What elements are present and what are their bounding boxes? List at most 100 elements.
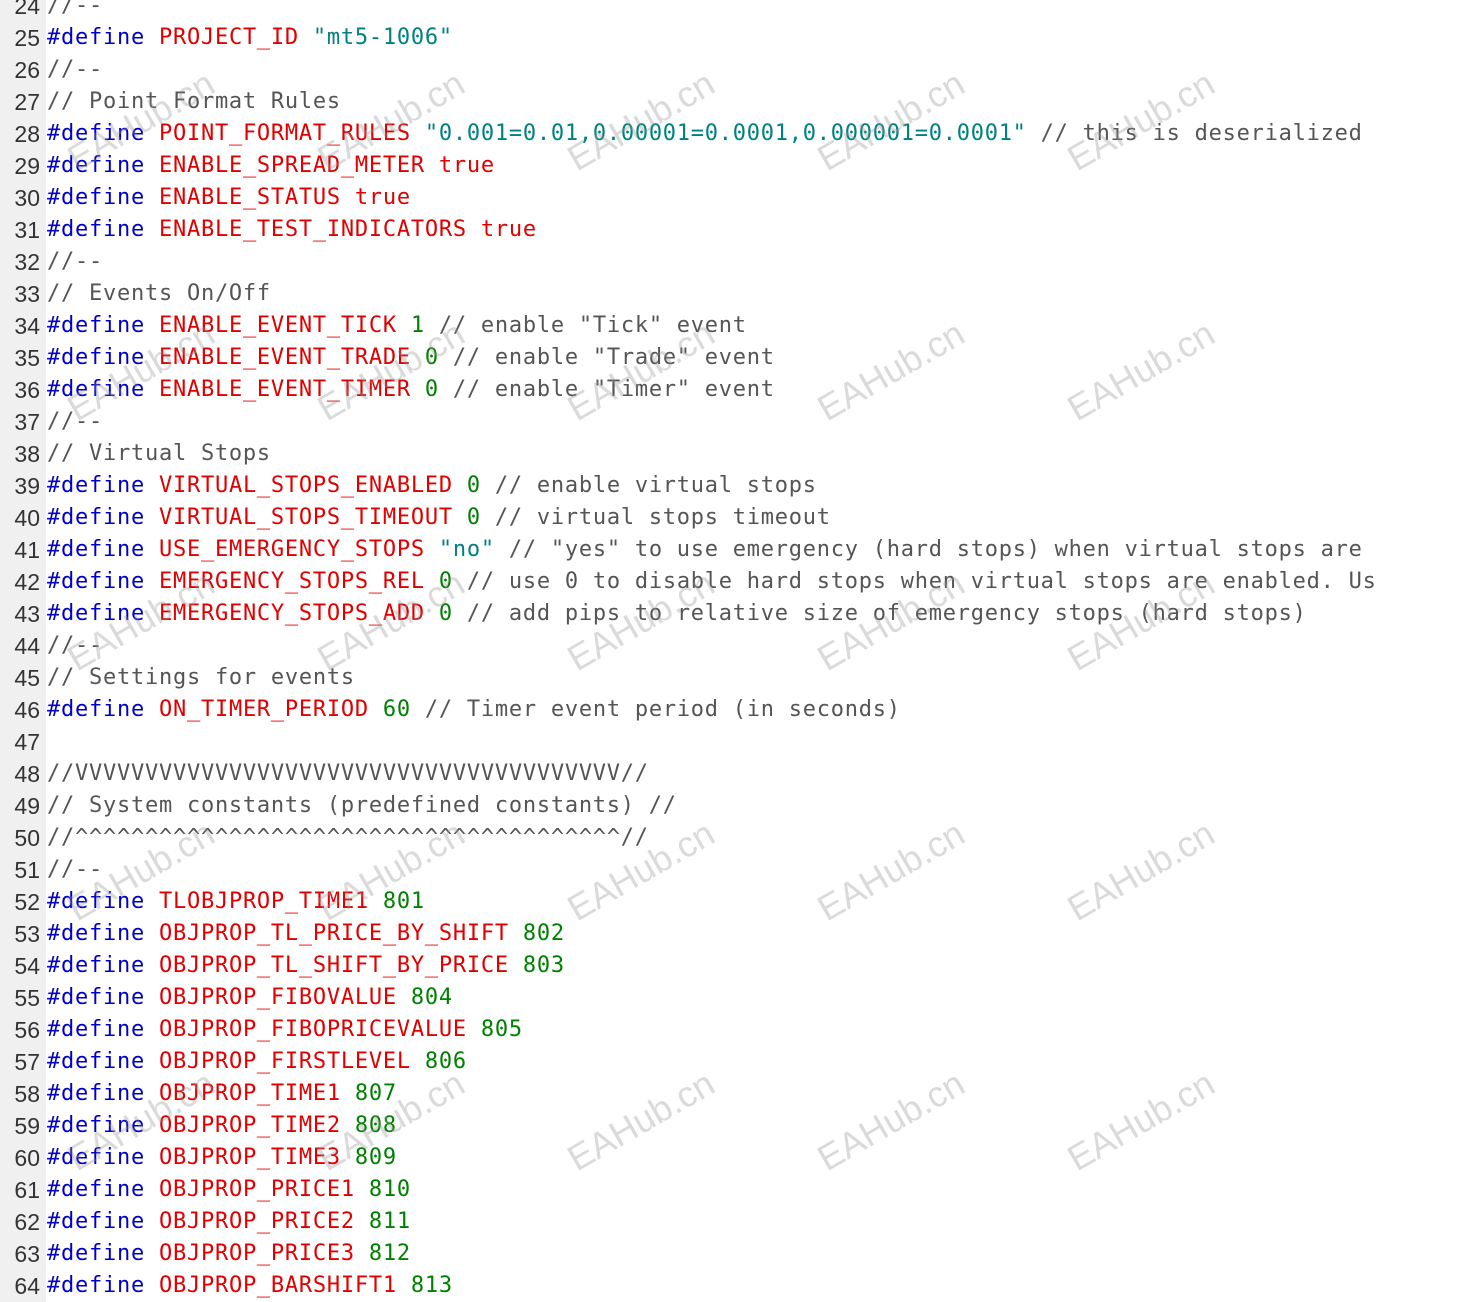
- macro-name: ENABLE_TEST_INDICATORS: [158, 217, 467, 242]
- preprocessor-keyword: #define: [47, 569, 159, 594]
- code-line[interactable]: 49// System constants (predefined consta…: [0, 790, 1474, 822]
- line-number: 33: [0, 278, 46, 310]
- code-line[interactable]: 30 #define ENABLE_STATUS true: [0, 182, 1474, 214]
- code-line[interactable]: 48//VVVVVVVVVVVVVVVVVVVVVVVVVVVVVVVVVVVV…: [0, 758, 1474, 790]
- comment-text: //--: [47, 57, 103, 82]
- comment-text: // enable "Trade" event: [438, 345, 775, 370]
- code-content: #define OBJPROP_PRICE2 811: [47, 1206, 1474, 1238]
- code-line[interactable]: 63 #define OBJPROP_PRICE3 812: [0, 1238, 1474, 1270]
- line-number: 38: [0, 438, 46, 470]
- code-line[interactable]: 28 #define POINT_FORMAT_RULES "0.001=0.01…: [0, 118, 1474, 150]
- line-number: 43: [0, 598, 46, 630]
- comment-text: // Virtual Stops: [47, 441, 271, 466]
- macro-name: VIRTUAL_STOPS_ENABLED: [158, 473, 453, 498]
- code-line[interactable]: 56 #define OBJPROP_FIBOPRICEVALUE 805: [0, 1014, 1474, 1046]
- macro-name: EMERGENCY_STOPS_REL: [158, 569, 425, 594]
- line-number: 52: [0, 886, 46, 918]
- code-content: #define OBJPROP_TL_PRICE_BY_SHIFT 802: [47, 918, 1474, 950]
- macro-name: POINT_FORMAT_RULES: [158, 121, 411, 146]
- comment-text: // "yes" to use emergency (hard stops) w…: [494, 537, 1363, 562]
- code-content: //--: [47, 54, 1474, 86]
- macro-name: OBJPROP_TIME1: [158, 1081, 341, 1106]
- preprocessor-keyword: #define: [47, 217, 159, 242]
- code-line[interactable]: 42 #define EMERGENCY_STOPS_REL 0 // use 0…: [0, 566, 1474, 598]
- code-line[interactable]: 50//^^^^^^^^^^^^^^^^^^^^^^^^^^^^^^^^^^^^…: [0, 822, 1474, 854]
- number-literal: 801: [382, 889, 425, 914]
- code-line[interactable]: 61 #define OBJPROP_PRICE1 810: [0, 1174, 1474, 1206]
- code-line[interactable]: 55 #define OBJPROP_FIBOVALUE 804: [0, 982, 1474, 1014]
- comment-text: //--: [47, 409, 103, 434]
- macro-name: ENABLE_SPREAD_METER: [158, 153, 425, 178]
- code-content: #define OBJPROP_TIME2 808: [47, 1110, 1474, 1142]
- code-line[interactable]: 45// Settings for events: [0, 662, 1474, 694]
- macro-name: ENABLE_STATUS: [158, 185, 341, 210]
- macro-name: ENABLE_EVENT_TICK: [158, 313, 397, 338]
- code-line[interactable]: 60 #define OBJPROP_TIME3 809: [0, 1142, 1474, 1174]
- line-number: 39: [0, 470, 46, 502]
- code-line[interactable]: 52 #define TLOBJPROP_TIME1 801: [0, 886, 1474, 918]
- code-editor[interactable]: 24//-- 25 #define PROJECT_ID "mt5-1006" 26/…: [0, 0, 1474, 1302]
- code-content: #define ENABLE_EVENT_TRADE 0 // enable "…: [47, 342, 1474, 374]
- code-line[interactable]: 36 #define ENABLE_EVENT_TIMER 0 // enable…: [0, 374, 1474, 406]
- preprocessor-keyword: #define: [47, 601, 159, 626]
- preprocessor-keyword: #define: [47, 1209, 159, 1234]
- code-line[interactable]: 40 #define VIRTUAL_STOPS_TIMEOUT 0 // vir…: [0, 502, 1474, 534]
- bool-literal: true: [438, 153, 495, 178]
- code-content: #define OBJPROP_FIRSTLEVEL 806: [47, 1046, 1474, 1078]
- code-content: //VVVVVVVVVVVVVVVVVVVVVVVVVVVVVVVVVVVVVV…: [47, 758, 1474, 790]
- code-line[interactable]: 58 #define OBJPROP_TIME1 807: [0, 1078, 1474, 1110]
- code-line[interactable]: 27// Point Format Rules: [0, 86, 1474, 118]
- code-line[interactable]: 43 #define EMERGENCY_STOPS_ADD 0 // add p…: [0, 598, 1474, 630]
- code-line[interactable]: 24//--: [0, 0, 1474, 22]
- code-content: #define ENABLE_EVENT_TIMER 0 // enable "…: [47, 374, 1474, 406]
- code-line[interactable]: 51//--: [0, 854, 1474, 886]
- line-number: 37: [0, 406, 46, 438]
- code-line[interactable]: 54 #define OBJPROP_TL_SHIFT_BY_PRICE 803: [0, 950, 1474, 982]
- code-line[interactable]: 33// Events On/Off: [0, 278, 1474, 310]
- number-literal: 802: [522, 921, 565, 946]
- code-line[interactable]: 38// Virtual Stops: [0, 438, 1474, 470]
- code-content: #define OBJPROP_TIME1 807: [47, 1078, 1474, 1110]
- macro-name: OBJPROP_FIRSTLEVEL: [158, 1049, 411, 1074]
- code-line[interactable]: 34 #define ENABLE_EVENT_TICK 1 // enable …: [0, 310, 1474, 342]
- bool-literal: true: [480, 217, 537, 242]
- code-line[interactable]: 53 #define OBJPROP_TL_PRICE_BY_SHIFT 802: [0, 918, 1474, 950]
- code-line[interactable]: 41 #define USE_EMERGENCY_STOPS "no" // "y…: [0, 534, 1474, 566]
- line-number: 61: [0, 1174, 46, 1206]
- code-line[interactable]: 37//--: [0, 406, 1474, 438]
- line-number: 36: [0, 374, 46, 406]
- code-line[interactable]: 31 #define ENABLE_TEST_INDICATORS true: [0, 214, 1474, 246]
- code-line[interactable]: 25 #define PROJECT_ID "mt5-1006": [0, 22, 1474, 54]
- code-line[interactable]: 44//--: [0, 630, 1474, 662]
- macro-name: TLOBJPROP_TIME1: [158, 889, 369, 914]
- macro-name: EMERGENCY_STOPS_ADD: [158, 601, 425, 626]
- comment-text: // add pips to relative size of emergenc…: [452, 601, 1307, 626]
- code-line[interactable]: 46 #define ON_TIMER_PERIOD 60 // Timer ev…: [0, 694, 1474, 726]
- line-number: 49: [0, 790, 46, 822]
- code-line[interactable]: 59 #define OBJPROP_TIME2 808: [0, 1110, 1474, 1142]
- code-line[interactable]: 64 #define OBJPROP_BARSHIFT1 813: [0, 1270, 1474, 1302]
- code-content: #define VIRTUAL_STOPS_TIMEOUT 0 // virtu…: [47, 502, 1474, 534]
- code-line[interactable]: 35 #define ENABLE_EVENT_TRADE 0 // enable…: [0, 342, 1474, 374]
- code-line[interactable]: 39 #define VIRTUAL_STOPS_ENABLED 0 // ena…: [0, 470, 1474, 502]
- line-number: 46: [0, 694, 46, 726]
- code-line[interactable]: 62 #define OBJPROP_PRICE2 811: [0, 1206, 1474, 1238]
- preprocessor-keyword: #define: [47, 1273, 159, 1298]
- preprocessor-keyword: #define: [47, 25, 159, 50]
- line-number: 45: [0, 662, 46, 694]
- code-line[interactable]: 57 #define OBJPROP_FIRSTLEVEL 806: [0, 1046, 1474, 1078]
- code-line[interactable]: 29 #define ENABLE_SPREAD_METER true: [0, 150, 1474, 182]
- code-line[interactable]: 32//--: [0, 246, 1474, 278]
- code-line[interactable]: 47: [0, 726, 1474, 758]
- number-literal: 807: [354, 1081, 397, 1106]
- code-line[interactable]: 26//--: [0, 54, 1474, 86]
- line-number: 56: [0, 1014, 46, 1046]
- line-number: 50: [0, 822, 46, 854]
